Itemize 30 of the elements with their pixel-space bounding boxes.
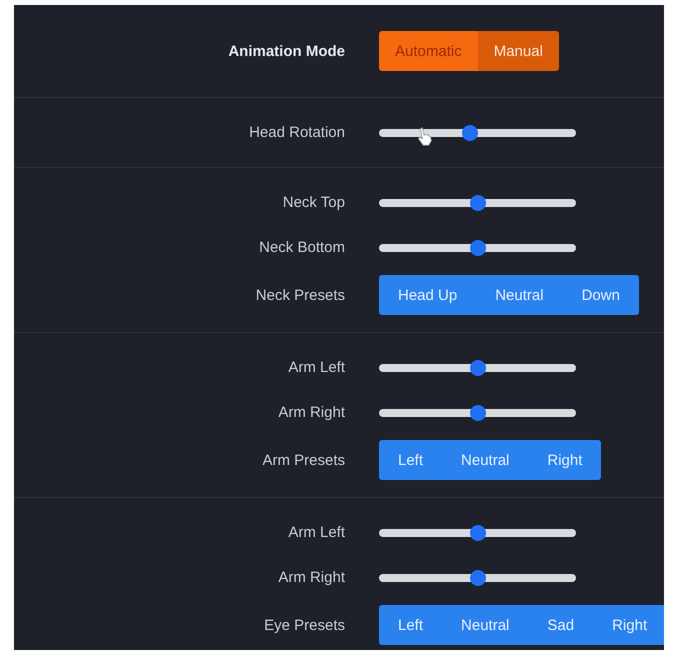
preset-button[interactable]: Neutral: [442, 440, 528, 480]
slider-thumb[interactable]: [470, 194, 486, 210]
slider-thumb[interactable]: [470, 404, 486, 420]
control-label: Animation Mode: [227, 42, 345, 60]
slider-thumb[interactable]: [470, 524, 486, 540]
preset-button[interactable]: Neutral: [442, 605, 528, 645]
control-label: Arm Presets: [261, 452, 345, 468]
mode-option[interactable]: Automatic: [379, 31, 478, 71]
preset-button[interactable]: Down: [562, 275, 639, 315]
preset-button[interactable]: Left: [379, 605, 442, 645]
control-label: Head Rotation: [248, 124, 345, 141]
control-label: Arm Left: [287, 359, 345, 376]
slider-thumb[interactable]: [462, 124, 478, 140]
control-label: Eye Presets: [263, 616, 345, 634]
control-label: Arm Left: [287, 524, 345, 541]
preset-button[interactable]: Neutral: [476, 275, 563, 315]
control-label: Neck Presets: [254, 286, 345, 304]
preset-button[interactable]: Sad: [528, 605, 594, 645]
mode-option[interactable]: Manual: [478, 31, 559, 71]
control-label: Neck Top: [282, 194, 345, 211]
preset-button[interactable]: Right: [528, 440, 602, 480]
preset-button[interactable]: Right: [593, 605, 664, 645]
preset-button[interactable]: Left: [379, 440, 442, 480]
slider-thumb[interactable]: [470, 570, 486, 586]
control-label: Neck Bottom: [258, 239, 345, 256]
control-label: Arm Right: [277, 569, 345, 586]
slider-thumb[interactable]: [470, 360, 486, 376]
preset-button[interactable]: Head Up: [379, 275, 476, 315]
slider-thumb[interactable]: [470, 240, 486, 256]
control-label: Arm Right: [277, 404, 345, 421]
